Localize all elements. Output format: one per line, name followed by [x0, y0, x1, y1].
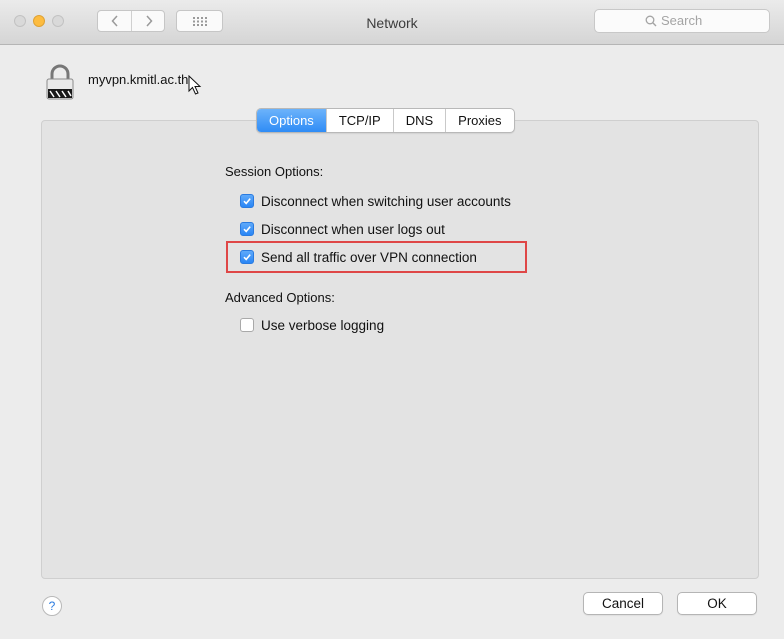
- verbose-logging-option[interactable]: Use verbose logging: [240, 316, 384, 334]
- search-icon: [645, 15, 657, 26]
- ok-button[interactable]: OK: [677, 592, 757, 615]
- disconnect-switching-checkbox[interactable]: [240, 194, 254, 208]
- tab-dns[interactable]: DNS: [392, 109, 445, 132]
- title-bar: Network Search: [0, 0, 784, 45]
- checkmark-icon: [243, 198, 251, 205]
- vpn-lock-icon: [46, 64, 74, 100]
- session-options-heading: Session Options:: [225, 164, 324, 179]
- checkmark-icon: [243, 226, 251, 233]
- minimize-window-button[interactable]: [33, 15, 45, 27]
- disconnect-logout-checkbox[interactable]: [240, 222, 254, 236]
- help-button[interactable]: ?: [42, 596, 62, 616]
- send-all-traffic-checkbox[interactable]: [240, 250, 254, 264]
- tab-options[interactable]: Options: [257, 109, 326, 132]
- disconnect-logout-label: Disconnect when user logs out: [261, 221, 445, 237]
- vpn-service-name: myvpn.kmitl.ac.th: [88, 72, 189, 87]
- zoom-window-button[interactable]: [52, 15, 64, 27]
- disconnect-logout-option[interactable]: Disconnect when user logs out: [240, 220, 445, 238]
- back-button[interactable]: [98, 11, 132, 31]
- search-placeholder: Search: [661, 13, 703, 28]
- forward-button[interactable]: [132, 11, 165, 31]
- grid-icon: [193, 17, 207, 26]
- disconnect-switching-label: Disconnect when switching user accounts: [261, 193, 511, 209]
- send-all-traffic-label: Send all traffic over VPN connection: [261, 249, 477, 265]
- mouse-pointer-icon: [188, 75, 202, 95]
- tab-bar: Options TCP/IP DNS Proxies: [256, 108, 515, 133]
- verbose-logging-label: Use verbose logging: [261, 317, 385, 333]
- verbose-logging-checkbox[interactable]: [240, 318, 254, 332]
- send-all-traffic-option[interactable]: Send all traffic over VPN connection: [240, 248, 477, 266]
- search-field[interactable]: Search: [594, 9, 770, 33]
- cancel-button[interactable]: Cancel: [583, 592, 663, 615]
- chevron-left-icon: [110, 15, 118, 27]
- advanced-options-heading: Advanced Options:: [225, 290, 335, 305]
- options-panel: [41, 120, 759, 579]
- tab-proxies[interactable]: Proxies: [445, 109, 513, 132]
- show-all-button[interactable]: [176, 10, 223, 32]
- disconnect-switching-option[interactable]: Disconnect when switching user accounts: [240, 192, 511, 210]
- network-window: Network Search myvpn.kmitl.ac.th Options…: [0, 0, 784, 639]
- checkmark-icon: [243, 254, 251, 261]
- navigation-buttons: [97, 10, 165, 32]
- tab-tcpip[interactable]: TCP/IP: [325, 109, 393, 132]
- close-window-button[interactable]: [14, 15, 26, 27]
- chevron-right-icon: [145, 15, 153, 27]
